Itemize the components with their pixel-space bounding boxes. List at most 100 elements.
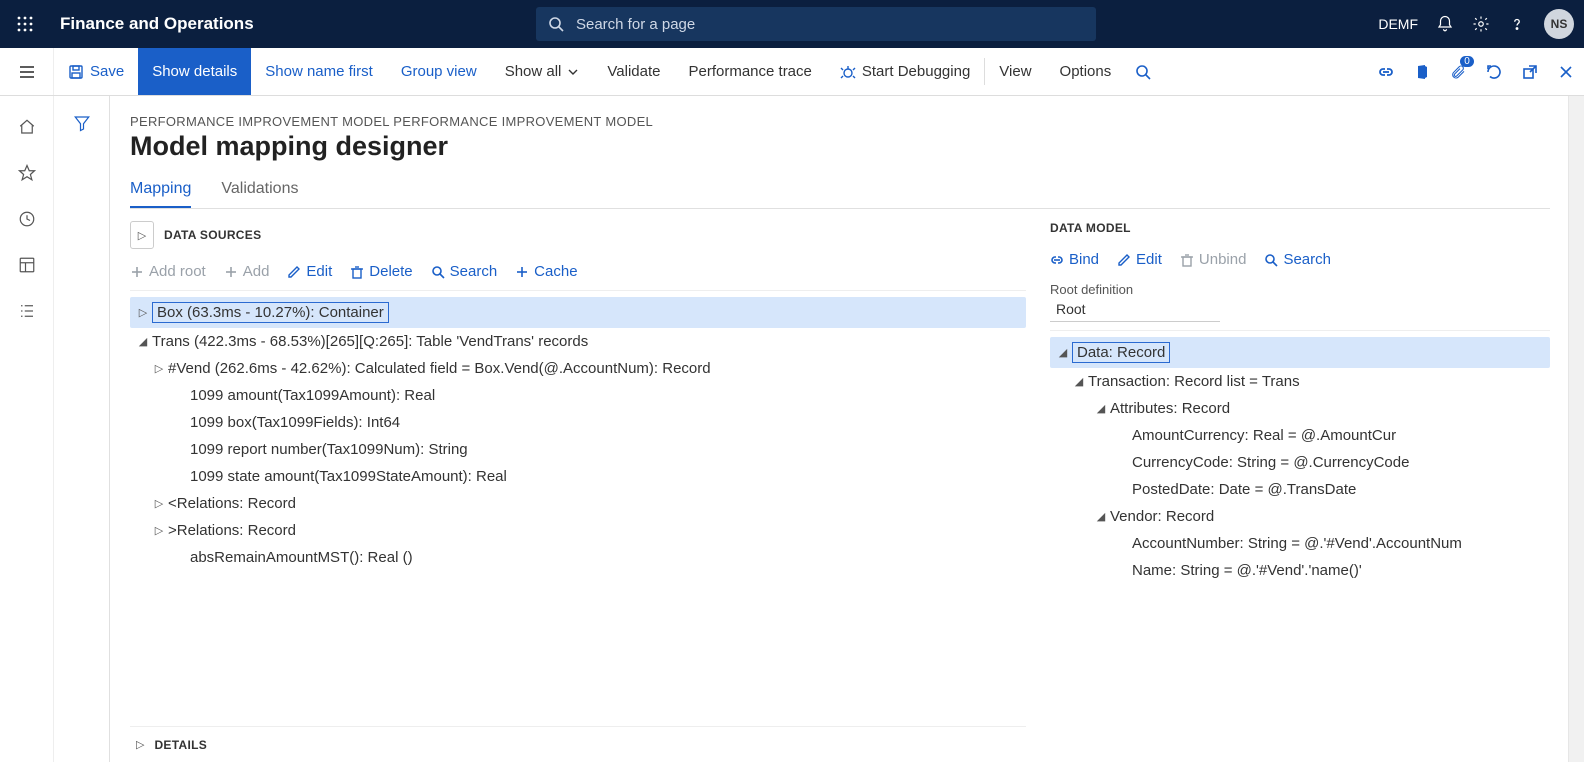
popout-icon [1522,64,1538,80]
expand-icon[interactable]: ▷ [150,524,168,537]
favorites-icon[interactable] [18,164,36,182]
performance-trace-button[interactable]: Performance trace [674,48,825,95]
tab-validations[interactable]: Validations [221,180,298,208]
edit-button[interactable]: Edit [1117,251,1162,268]
unbind-button[interactable]: Unbind [1180,251,1247,268]
scrollbar[interactable] [1568,96,1584,762]
topbar: Finance and Operations DEMF NS [0,0,1584,48]
search-button[interactable]: Search [1264,251,1331,268]
data-sources-tree: ▷ Box (63.3ms - 10.27%): Container ◢ Tra… [130,290,1026,726]
global-search[interactable] [536,7,1096,41]
tree-node[interactable]: ◢ Vendor: Record [1050,503,1550,530]
left-nav-rail [0,96,54,762]
group-view-button[interactable]: Group view [387,48,491,95]
tree-node[interactable]: AccountNumber: String = @.'#Vend'.Accoun… [1050,530,1550,557]
plus-icon [130,265,144,279]
page-body: PERFORMANCE IMPROVEMENT MODEL PERFORMANC… [0,96,1584,762]
attachments-count: 0 [1460,56,1474,67]
data-sources-toolbar: Add root Add Edit Delete [130,263,1026,280]
data-model-pane: DATA MODEL Bind Edit Unbind [1040,221,1550,762]
data-model-tree: ◢ Data: Record ◢ Transaction: Record lis… [1050,330,1550,762]
tree-node[interactable]: Name: String = @.'#Vend'.'name()' [1050,557,1550,584]
office-icon[interactable] [1404,48,1440,95]
tree-node[interactable]: CurrencyCode: String = @.CurrencyCode [1050,449,1550,476]
tree-node[interactable]: AmountCurrency: Real = @.AmountCur [1050,422,1550,449]
panel-collapse-left-icon[interactable]: ▷ [130,221,154,249]
add-button[interactable]: Add [224,263,270,280]
root-definition-label: Root definition [1050,282,1550,297]
home-icon[interactable] [18,118,36,136]
tree-node[interactable]: 1099 box(Tax1099Fields): Int64 [130,409,1026,436]
popout-button[interactable] [1512,48,1548,95]
company-label[interactable]: DEMF [1378,16,1418,32]
hamburger-icon[interactable] [0,48,54,95]
add-root-button[interactable]: Add root [130,263,206,280]
search-icon [431,265,445,279]
global-search-input[interactable] [574,15,1084,34]
recent-icon[interactable] [18,210,36,228]
data-model-toolbar: Bind Edit Unbind Search [1050,251,1550,268]
show-details-button[interactable]: Show details [138,48,251,95]
start-debugging-button[interactable]: Start Debugging [826,48,984,95]
tree-node[interactable]: ◢ Transaction: Record list = Trans [1050,368,1550,395]
tree-node[interactable]: ▷ <Relations: Record [130,490,1026,517]
validate-button[interactable]: Validate [593,48,674,95]
show-all-dropdown[interactable]: Show all [491,48,594,95]
collapse-icon[interactable]: ◢ [1054,346,1072,359]
tree-node[interactable]: absRemainAmountMST(): Real () [130,544,1026,571]
link-icon[interactable] [1368,48,1404,95]
modules-icon[interactable] [18,302,36,320]
command-bar: Save Show details Show name first Group … [0,48,1584,96]
tree-node[interactable]: ◢ Attributes: Record [1050,395,1550,422]
tree-node[interactable]: 1099 amount(Tax1099Amount): Real [130,382,1026,409]
header-search-button[interactable] [1125,48,1161,95]
expand-icon[interactable]: ▷ [150,362,168,375]
options-menu[interactable]: Options [1046,48,1126,95]
collapse-icon[interactable]: ◢ [134,335,152,348]
help-icon[interactable] [1508,15,1526,33]
view-menu[interactable]: View [985,48,1045,95]
details-section-toggle[interactable]: ▷ DETAILS [130,726,1026,762]
refresh-icon [1486,64,1502,80]
filter-column [54,96,110,762]
tree-node[interactable]: ▷ >Relations: Record [130,517,1026,544]
expand-icon: ▷ [136,738,144,751]
tree-node[interactable]: 1099 report number(Tax1099Num): String [130,436,1026,463]
app-launcher-icon[interactable] [10,9,40,39]
close-button[interactable] [1548,48,1584,95]
workspaces-icon[interactable] [18,256,36,274]
user-avatar[interactable]: NS [1544,9,1574,39]
bind-button[interactable]: Bind [1050,251,1099,268]
root-definition-value[interactable]: Root [1050,297,1220,322]
tab-mapping[interactable]: Mapping [130,180,191,208]
debug-icon [840,64,856,80]
attachments-button[interactable]: 0 [1440,48,1476,95]
save-button[interactable]: Save [54,48,138,95]
expand-icon[interactable]: ▷ [150,497,168,510]
search-icon [548,16,564,32]
tree-node[interactable]: PostedDate: Date = @.TransDate [1050,476,1550,503]
cache-button[interactable]: Cache [515,263,577,280]
link-icon [1050,253,1064,267]
gear-icon[interactable] [1472,15,1490,33]
tree-node[interactable]: ▷ #Vend (262.6ms - 42.62%): Calculated f… [130,355,1026,382]
plus-icon [515,265,529,279]
page-title: Model mapping designer [130,131,1550,162]
delete-button[interactable]: Delete [350,263,412,280]
tree-node[interactable]: ◢ Data: Record [1050,337,1550,368]
expand-icon[interactable]: ▷ [134,306,152,319]
tree-node[interactable]: 1099 state amount(Tax1099StateAmount): R… [130,463,1026,490]
main-content: PERFORMANCE IMPROVEMENT MODEL PERFORMANC… [110,96,1568,762]
edit-button[interactable]: Edit [287,263,332,280]
filter-icon[interactable] [73,114,91,132]
tree-node[interactable]: ▷ Box (63.3ms - 10.27%): Container [130,297,1026,328]
search-icon [1135,64,1151,80]
show-name-first-button[interactable]: Show name first [251,48,387,95]
collapse-icon[interactable]: ◢ [1092,510,1110,523]
bell-icon[interactable] [1436,15,1454,33]
collapse-icon[interactable]: ◢ [1092,402,1110,415]
refresh-button[interactable] [1476,48,1512,95]
search-button[interactable]: Search [431,263,498,280]
tree-node[interactable]: ◢ Trans (422.3ms - 68.53%)[265][Q:265]: … [130,328,1026,355]
collapse-icon[interactable]: ◢ [1070,375,1088,388]
